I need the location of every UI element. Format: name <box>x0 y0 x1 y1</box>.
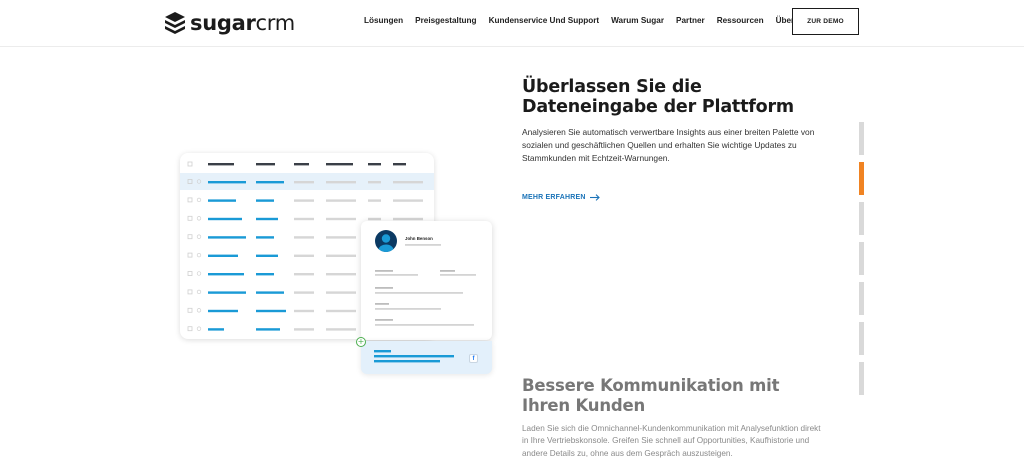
mehr-erfahren-label: MEHR ERFAHREN <box>522 194 586 201</box>
section-indicator[interactable] <box>859 322 864 355</box>
section-title-kommunikation: Bessere Kommunikation mit Ihren Kunden <box>522 376 780 415</box>
logo-wordmark: sugarcrm <box>190 11 295 35</box>
cube-logo-icon <box>165 12 185 34</box>
sugarcrm-logo[interactable]: sugarcrm <box>164 10 295 36</box>
mehr-erfahren-link[interactable]: MEHR ERFAHREN <box>522 194 600 201</box>
section-body-dateneingabe: Analysieren Sie automatisch verwertbare … <box>522 127 815 163</box>
social-feed-illustration: f <box>361 341 492 374</box>
section-body-kommunikation: Laden Sie sich die Omnichannel-Kundenkom… <box>522 424 821 458</box>
contact-details-graphic <box>375 244 476 326</box>
section-indicator[interactable] <box>859 122 864 155</box>
facebook-icon: f <box>469 354 478 363</box>
nav-item-ressourcen[interactable]: Ressourcen <box>717 16 764 25</box>
section-title-dateneingabe: Überlassen Sie die Dateneingabe der Plat… <box>522 77 794 117</box>
plus-icon: + <box>356 337 366 347</box>
main-nav: Lösungen Preisgestaltung Kundenservice U… <box>364 16 794 25</box>
section-indicator[interactable] <box>859 162 864 195</box>
demo-button[interactable]: ZUR DEMO <box>792 8 859 35</box>
nav-item-loesungen[interactable]: Lösungen <box>364 16 403 25</box>
nav-item-kundenservice[interactable]: Kundenservice Und Support <box>489 16 600 25</box>
section-indicator[interactable] <box>859 242 864 275</box>
section-indicator[interactable] <box>859 362 864 395</box>
section-indicator[interactable] <box>859 282 864 315</box>
contact-card-illustration: John Benson <box>361 221 492 340</box>
arrow-right-icon <box>589 194 600 201</box>
site-header: sugarcrm Lösungen Preisgestaltung Kunden… <box>0 0 1024 47</box>
section-indicator[interactable] <box>859 202 864 235</box>
nav-item-partner[interactable]: Partner <box>676 16 705 25</box>
nav-item-preisgestaltung[interactable]: Preisgestaltung <box>415 16 476 25</box>
nav-item-warum-sugar[interactable]: Warum Sugar <box>611 16 664 25</box>
